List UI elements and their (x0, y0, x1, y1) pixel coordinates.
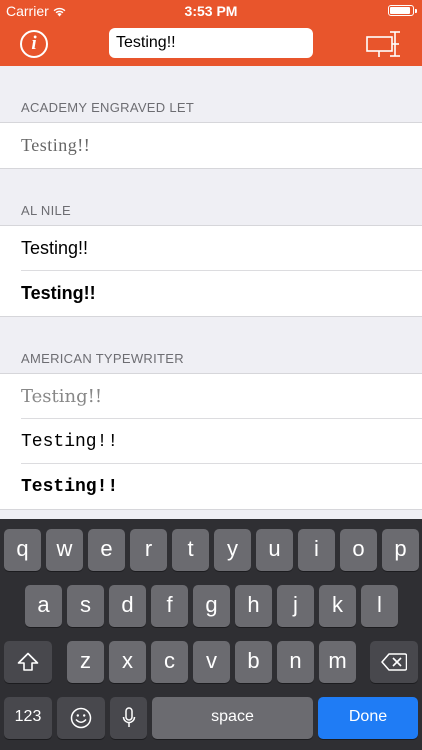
key-l[interactable]: l (361, 585, 398, 627)
battery-icon (388, 5, 417, 16)
microphone-icon (122, 707, 135, 727)
key-n[interactable]: n (277, 641, 314, 683)
font-sample: Testing!! (21, 386, 103, 407)
key-f[interactable]: f (151, 585, 188, 627)
done-key[interactable]: Done (318, 697, 418, 739)
section-header: ACADEMY ENGRAVED LET (21, 100, 195, 115)
info-button[interactable]: i (20, 30, 48, 58)
key-b[interactable]: b (235, 641, 272, 683)
search-input[interactable] (109, 28, 313, 58)
key-x[interactable]: x (109, 641, 146, 683)
key-i[interactable]: i (298, 529, 335, 571)
font-sample: Testing!! (21, 431, 119, 452)
shift-key[interactable] (4, 641, 52, 683)
font-row[interactable]: Testing!! (0, 464, 422, 509)
microphone-key[interactable] (110, 697, 147, 739)
key-k[interactable]: k (319, 585, 356, 627)
font-row[interactable]: Testing!! (0, 226, 422, 271)
backspace-icon (381, 653, 408, 671)
key-z[interactable]: z (67, 641, 104, 683)
layout-button[interactable] (366, 30, 402, 60)
font-row[interactable]: Testing!! (0, 271, 422, 316)
font-sample: Testing!! (21, 476, 119, 497)
key-a[interactable]: a (25, 585, 62, 627)
section-group: Testing!! Testing!! (0, 225, 422, 317)
key-g[interactable]: g (193, 585, 230, 627)
emoji-icon (70, 707, 92, 729)
backspace-key[interactable] (370, 641, 418, 683)
key-h[interactable]: h (235, 585, 272, 627)
key-u[interactable]: u (256, 529, 293, 571)
font-row[interactable]: Testing!! (0, 374, 422, 419)
section-group: Testing!! (0, 122, 422, 169)
key-v[interactable]: v (193, 641, 230, 683)
key-o[interactable]: o (340, 529, 377, 571)
font-sample: Testing!! (21, 283, 96, 303)
font-row[interactable]: Testing!! (0, 419, 422, 464)
clock: 3:53 PM (184, 3, 238, 19)
key-y[interactable]: y (214, 529, 251, 571)
status-bar: Carrier 3:53 PM (0, 0, 422, 22)
font-list: ACADEMY ENGRAVED LET Testing!! AL NILE T… (0, 66, 422, 510)
emoji-key[interactable] (57, 697, 105, 739)
shift-icon (17, 652, 39, 671)
key-m[interactable]: m (319, 641, 356, 683)
nav-bar: i (0, 22, 422, 66)
key-r[interactable]: r (130, 529, 167, 571)
key-d[interactable]: d (109, 585, 146, 627)
key-s[interactable]: s (67, 585, 104, 627)
key-p[interactable]: p (382, 529, 419, 571)
key-c[interactable]: c (151, 641, 188, 683)
section-header: AMERICAN TYPEWRITER (21, 351, 184, 366)
font-row[interactable]: Testing!! (0, 123, 422, 168)
space-key[interactable]: space (152, 697, 313, 739)
numbers-key[interactable]: 123 (4, 697, 52, 739)
font-sample: Testing!! (21, 238, 89, 258)
layout-toggle-icon (366, 31, 400, 57)
key-q[interactable]: q (4, 529, 41, 571)
section-header: AL NILE (21, 203, 72, 218)
key-j[interactable]: j (277, 585, 314, 627)
info-icon: i (31, 33, 37, 54)
key-t[interactable]: t (172, 529, 209, 571)
font-sample: Testing!! (21, 135, 91, 155)
key-w[interactable]: w (46, 529, 83, 571)
keyboard: q w e r t y u i o p a s d f g h j k l z … (0, 519, 422, 750)
section-group: Testing!! Testing!! Testing!! (0, 373, 422, 510)
key-e[interactable]: e (88, 529, 125, 571)
